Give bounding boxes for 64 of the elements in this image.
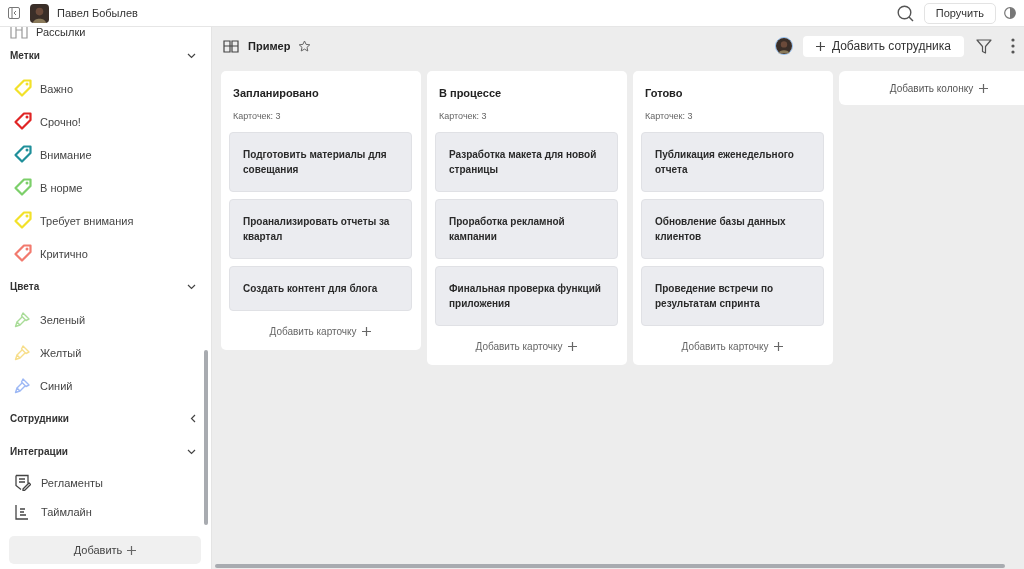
timeline-icon (15, 503, 29, 520)
chevron-down-icon (187, 52, 196, 59)
sidebar-item[interactable]: Желтый (10, 336, 201, 369)
chevron-down-icon (187, 448, 196, 455)
sidebar-item[interactable]: Важно (10, 72, 201, 105)
board-icon (223, 39, 239, 53)
task-card[interactable]: Проанализировать отчеты за квартал (229, 199, 412, 259)
sidebar-item[interactable]: Срочно! (10, 105, 201, 138)
plus-icon (362, 327, 372, 336)
card-count: Карточек: 3 (439, 111, 488, 121)
add-button[interactable]: Добавить (9, 536, 201, 564)
star-icon[interactable] (298, 39, 312, 53)
add-card-button[interactable]: Добавить карточку (263, 325, 378, 338)
sidebar-item[interactable]: Рассылки (10, 27, 201, 39)
more-icon[interactable] (1010, 38, 1016, 54)
add-column-button[interactable]: Добавить колонку (839, 71, 1024, 105)
add-member-button[interactable]: Добавить сотрудника (802, 35, 964, 57)
avatar-icon (775, 38, 792, 54)
column-title: В процессе (439, 87, 503, 99)
sidebar-item[interactable]: Критично (10, 237, 201, 270)
sidebar-item[interactable]: Внимание (10, 138, 201, 171)
card-count: Карточек: 3 (645, 111, 694, 121)
document-edit-icon (13, 474, 31, 491)
card-count: Карточек: 3 (233, 111, 282, 121)
board-icon (10, 27, 28, 39)
search-icon[interactable] (896, 4, 914, 22)
plus-icon (568, 342, 578, 351)
plus-icon (979, 83, 989, 93)
scrollbar[interactable] (204, 350, 208, 525)
column-title: Готово (645, 87, 684, 99)
task-card[interactable]: Публикация еженедельного отчета (641, 132, 824, 192)
section-header[interactable]: Интеграции (10, 435, 201, 468)
scrollbar[interactable] (215, 564, 1005, 568)
plus-icon (774, 342, 784, 351)
filter-icon[interactable] (976, 38, 992, 54)
add-card-button[interactable]: Добавить карточку (469, 340, 584, 353)
theme-toggle-icon[interactable] (1004, 7, 1016, 19)
sidebar-item[interactable]: Регламенты (10, 468, 201, 497)
chevron-left-icon (190, 414, 196, 423)
add-card-button[interactable]: Добавить карточку (675, 340, 790, 353)
chevron-down-icon (187, 283, 196, 290)
task-card[interactable]: Создать контент для блога (229, 266, 412, 311)
task-card[interactable]: Обновление базы данных клиентов (641, 199, 824, 259)
sidebar-item[interactable]: Синий (10, 369, 201, 402)
sidebar-item[interactable]: Требует внимания (10, 204, 201, 237)
avatar-icon[interactable] (30, 3, 49, 23)
plus-icon (815, 41, 825, 51)
task-card[interactable]: Проработка рекламной кампании (435, 199, 618, 259)
user-name: Павел Бобылев (57, 7, 138, 19)
task-card[interactable]: Разработка макета для новой страницы (435, 132, 618, 192)
sidebar-item[interactable]: В норме (10, 171, 201, 204)
plus-icon (127, 545, 137, 555)
sidebar-item[interactable]: Зеленый (10, 303, 201, 336)
task-card[interactable]: Подготовить материалы для совещания (229, 132, 412, 192)
section-header[interactable]: Цвета (10, 270, 201, 303)
task-card[interactable]: Финальная проверка функций приложения (435, 266, 618, 326)
board-title: Пример (248, 40, 291, 52)
sidebar-toggle-icon[interactable] (8, 7, 20, 19)
section-header[interactable]: Метки (10, 39, 201, 72)
task-card[interactable]: Проведение встречи по результатам спринта (641, 266, 824, 326)
column-title: Запланировано (233, 87, 320, 99)
section-header[interactable]: Сотрудники (10, 402, 201, 435)
sidebar-item[interactable]: Таймлайн (10, 497, 201, 526)
assign-button[interactable]: Поручить (923, 2, 996, 24)
